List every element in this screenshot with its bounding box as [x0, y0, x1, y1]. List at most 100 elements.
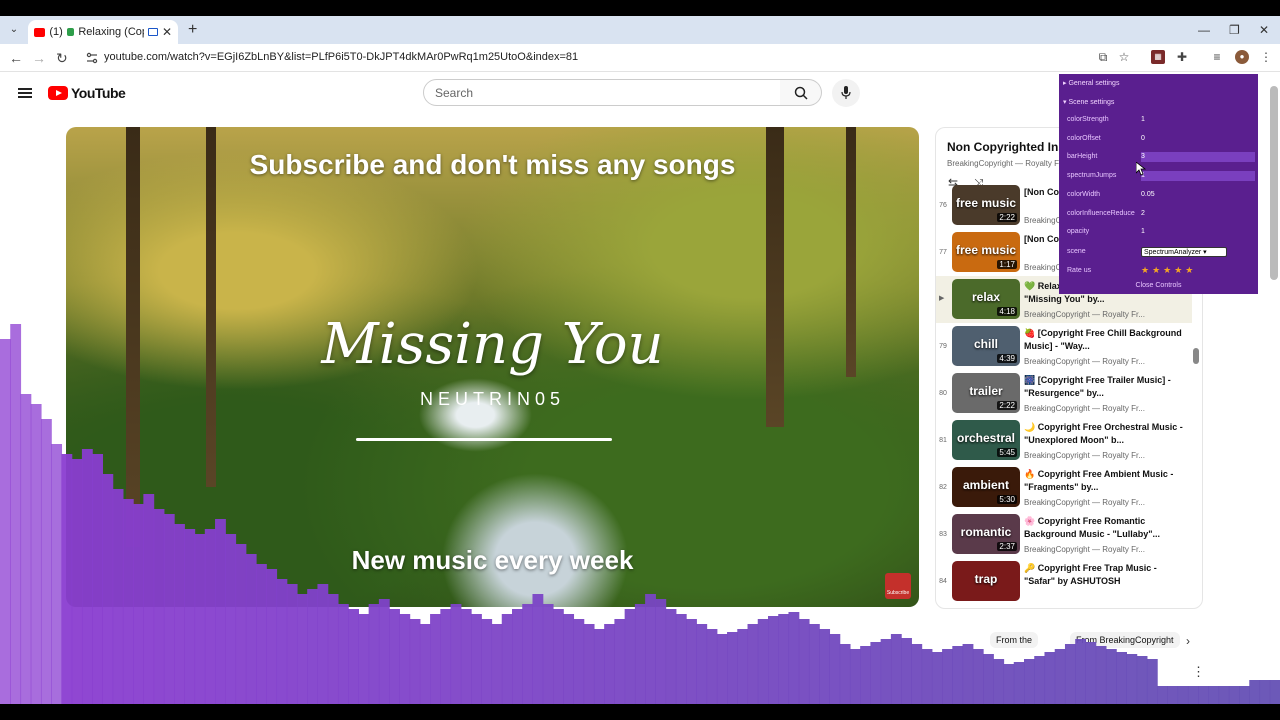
thumbnail-label: romantic: [960, 525, 1012, 539]
video-player[interactable]: Subscribe and don't miss any songs Missi…: [66, 127, 919, 607]
thumbnail-duration: 4:39: [997, 354, 1017, 363]
rate-us-label: Rate us: [1067, 267, 1092, 274]
playlist-item[interactable]: 80 trailer 2:22 🎆 [Copyright Free Trailer M…: [936, 370, 1192, 417]
setting-value-input[interactable]: 1: [1141, 115, 1255, 125]
site-info-icon[interactable]: [86, 52, 98, 64]
setting-value-input[interactable]: 1: [1141, 171, 1255, 182]
playlist-item-channel: BreakingCopyright — Royalty Fr...: [1024, 310, 1145, 319]
forward-icon[interactable]: →: [32, 50, 46, 66]
tab-list-chevron-icon[interactable]: ⌄: [6, 22, 22, 38]
playlist-item-title[interactable]: 🔥 Copyright Free Ambient Music - "Fragme…: [1024, 468, 1190, 494]
chip-next-icon[interactable]: ›: [1186, 634, 1190, 648]
playlist-item-index: 81: [939, 437, 947, 444]
search-placeholder: Search: [435, 86, 474, 100]
install-app-icon[interactable]: ⧉: [1096, 50, 1110, 64]
playlist-item-thumbnail[interactable]: romantic 2:37: [952, 514, 1020, 554]
rating-stars[interactable]: ★★★★★: [1141, 265, 1196, 276]
tab-close-icon[interactable]: ✕: [162, 25, 172, 39]
playlist-item-title[interactable]: 🍓 [Copyright Free Chill Background Music…: [1024, 327, 1190, 353]
setting-label: barHeight: [1067, 153, 1098, 161]
playlist-item[interactable]: 82 ambient 5:30 🔥 Copyright Free Ambient Mu…: [936, 464, 1192, 511]
video-overlay-bottom-text: New music every week: [351, 545, 634, 575]
thumbnail-label: ambient: [962, 478, 1009, 492]
scene-select[interactable]: SpectrumAnalyzer ▾: [1141, 247, 1227, 257]
voice-search-button[interactable]: [832, 79, 860, 107]
playlist-item-thumbnail[interactable]: chill 4:39: [952, 326, 1020, 366]
more-options-icon[interactable]: ⋮: [1192, 664, 1205, 680]
playlist-item-thumbnail[interactable]: trailer 2:22: [952, 373, 1020, 413]
bookmark-star-icon[interactable]: ☆: [1117, 50, 1131, 64]
cast-icon: [148, 28, 158, 36]
thumbnail-duration: 5:45: [997, 448, 1017, 457]
setting-label: colorWidth: [1067, 190, 1101, 198]
mouse-cursor-icon: [1136, 162, 1146, 176]
extensions-puzzle-icon[interactable]: ✚: [1175, 50, 1189, 64]
playlist-item-title[interactable]: 🌸 Copyright Free Romantic Background Mus…: [1024, 515, 1190, 541]
playlist-item-thumbnail[interactable]: relax 4:18: [952, 279, 1020, 319]
profile-avatar-icon[interactable]: ●: [1235, 50, 1249, 64]
top-bar: [0, 0, 1280, 16]
playlist-item-thumbnail[interactable]: free music 2:22: [952, 185, 1020, 225]
playlist-item-title[interactable]: 🌙 Copyright Free Orchestral Music - "Une…: [1024, 421, 1190, 447]
back-icon[interactable]: ←: [9, 50, 23, 66]
new-tab-icon[interactable]: +: [188, 22, 197, 38]
scene-settings-header[interactable]: ▾ Scene settings: [1063, 98, 1114, 106]
playlist-item[interactable]: 83 romantic 2:37 🌸 Copyright Free Romantic …: [936, 511, 1192, 558]
maximize-icon[interactable]: ❐: [1229, 22, 1240, 38]
general-settings-header[interactable]: ▸ General settings: [1063, 79, 1119, 87]
menu-icon[interactable]: [18, 88, 32, 98]
chip-from-channel[interactable]: From BreakingCopyright: [1070, 632, 1180, 648]
playlist-item-title[interactable]: 🎆 [Copyright Free Trailer Music] - "Resu…: [1024, 374, 1190, 400]
playlist-item-channel: BreakingCopyright — Royalty Fr...: [1024, 404, 1145, 413]
thumbnail-duration: 2:22: [997, 213, 1017, 222]
playlist-item-thumbnail[interactable]: trap: [952, 561, 1020, 601]
setting-value-input[interactable]: 2: [1141, 209, 1255, 219]
media-controls-icon[interactable]: ≡: [1210, 50, 1224, 64]
browser-menu-icon[interactable]: ⋮: [1259, 50, 1273, 64]
playlist-item[interactable]: 81 orchestral 5:45 🌙 Copyright Free Orchest…: [936, 417, 1192, 464]
setting-value-input[interactable]: 3: [1141, 152, 1255, 163]
playlist-item-channel: BreakingCopyright — Royalty Fr...: [1024, 498, 1145, 507]
search-button[interactable]: [780, 79, 822, 106]
chip-from-the[interactable]: From the: [990, 632, 1039, 648]
window-close-icon[interactable]: ✕: [1259, 22, 1269, 38]
playlist-item-thumbnail[interactable]: orchestral 5:45: [952, 420, 1020, 460]
playlist-item-channel: BreakingCopyright — Royalty Fr...: [1024, 451, 1145, 460]
thumbnail-duration: 5:30: [997, 495, 1017, 504]
tab-bar: ⌄ (1) Relaxing (Copyright ✕ + — ❐ ✕: [0, 16, 1280, 44]
extension-dot-icon: [66, 28, 75, 36]
playlist-item-thumbnail[interactable]: free music 1:17: [952, 232, 1020, 272]
setting-value-input[interactable]: 0: [1141, 134, 1255, 144]
close-controls-button[interactable]: Close Controls: [1059, 282, 1258, 289]
subscribe-watermark[interactable]: Subscribe: [885, 573, 911, 599]
thumbnail-label: relax: [971, 290, 1001, 304]
playlist-title[interactable]: Non Copyrighted Ins: [947, 140, 1065, 154]
active-tab[interactable]: (1) Relaxing (Copyright ✕: [28, 20, 178, 44]
extension-icon[interactable]: ▦: [1151, 50, 1165, 64]
playlist-item-thumbnail[interactable]: ambient 5:30: [952, 467, 1020, 507]
playlist-item-index: 83: [939, 531, 947, 538]
youtube-logo-text: YouTube: [71, 85, 126, 101]
scene-label: scene: [1067, 248, 1086, 255]
playlist-subtitle[interactable]: BreakingCopyright — Royalty Fre: [947, 159, 1066, 168]
thumbnail-label: free music: [955, 196, 1017, 210]
search-input[interactable]: Search: [423, 79, 781, 106]
reload-icon[interactable]: ↻: [56, 50, 68, 66]
thumbnail-label: trailer: [969, 384, 1003, 398]
setting-value-input[interactable]: 1: [1141, 227, 1255, 237]
thumbnail-duration: 2:37: [997, 542, 1017, 551]
minimize-icon[interactable]: —: [1198, 22, 1210, 38]
playlist-item[interactable]: 84 trap 🔑 Copyright Free Trap Music - "Saf…: [936, 558, 1192, 605]
playlist-item-channel: BreakingCopyright — Royalty Fr...: [1024, 545, 1145, 554]
now-playing-icon: ▶: [939, 295, 945, 302]
playlist-scrollbar[interactable]: [1193, 348, 1199, 364]
setting-value-input[interactable]: 0.05: [1141, 190, 1255, 200]
microphone-icon: [841, 86, 851, 99]
playlist-item[interactable]: 79 chill 4:39 🍓 [Copyright Free Chill Backg…: [936, 323, 1192, 370]
address-bar: ← → ↻ youtube.com/watch?v=EGjI6ZbLnBY&li…: [0, 44, 1280, 72]
omnibox[interactable]: youtube.com/watch?v=EGjI6ZbLnBY&list=PLf…: [78, 47, 1128, 69]
video-song-title: Missing You: [321, 312, 664, 377]
page-scrollbar[interactable]: [1270, 86, 1278, 280]
playlist-item-title[interactable]: 🔑 Copyright Free Trap Music - "Safar" by…: [1024, 562, 1190, 588]
youtube-logo[interactable]: YouTube: [48, 85, 126, 101]
